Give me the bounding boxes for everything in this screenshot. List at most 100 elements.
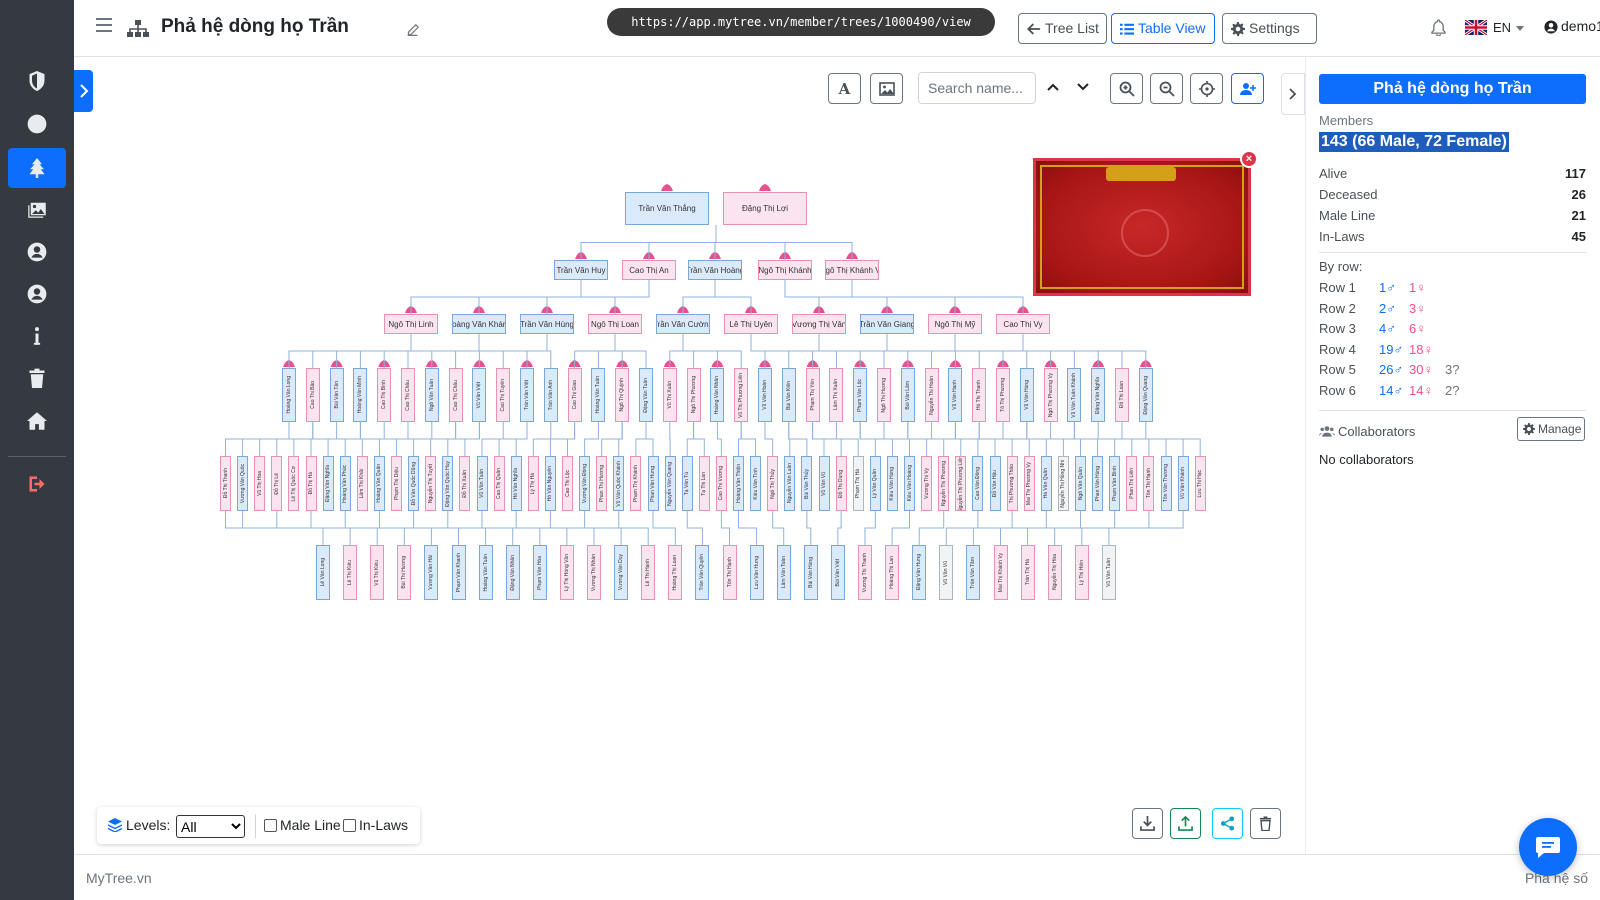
tree-member-node[interactable]: Lý Thị Hiền	[1074, 545, 1089, 600]
tree-member-node[interactable]: Nguyễn Thị Hòa	[1047, 545, 1062, 600]
male-line-checkbox[interactable]	[264, 819, 277, 832]
tree-member-node[interactable]: Đỗ Thị Thanh	[220, 456, 231, 511]
tree-member-node[interactable]: Phạm Văn Bình	[1109, 456, 1121, 511]
user-menu[interactable]: demo123@ex...	[1561, 18, 1600, 34]
tree-member-node[interactable]: Trần Văn Giang	[860, 314, 914, 334]
tree-member-node[interactable]: Nguyễn Văn Luân	[784, 456, 796, 511]
tree-member-node[interactable]: Hoàng Thị Loan	[668, 545, 683, 600]
tree-member-node[interactable]: Cao Văn Đông	[972, 456, 984, 511]
tree-member-node[interactable]: Nguyễn Thị Phương	[938, 456, 950, 511]
tree-member-node[interactable]: Vũ Văn Tuấn Khánh	[1067, 368, 1082, 422]
tree-member-node[interactable]: Đỗ Thị Loan	[1115, 368, 1129, 422]
tree-member-node[interactable]: Bùi Văn Kiên	[781, 368, 796, 422]
tree-member-node[interactable]: Vương Thị Vy	[921, 456, 933, 511]
left-panel-toggle[interactable]	[74, 70, 93, 112]
tree-member-node[interactable]: Trần Văn Huy	[554, 260, 608, 280]
tree-member-node[interactable]: Ngô Thị Phương	[686, 368, 701, 422]
tree-member-node[interactable]: Vũ Thị Phương Liên	[734, 368, 749, 422]
tree-member-node[interactable]: Mai Thị Phương Vy	[1023, 456, 1035, 511]
tree-member-node[interactable]: Trần Văn Thắng	[625, 192, 709, 225]
tree-member-node[interactable]: Đỗ Thị Lê	[271, 456, 283, 511]
tree-member-node[interactable]: Cao Thị Bình	[377, 368, 392, 422]
tree-member-node[interactable]: Lê Văn Long	[316, 545, 330, 600]
tree-member-node[interactable]: Đỗ Thị Xuân	[459, 456, 471, 511]
tree-member-node[interactable]: Vũ Văn Khánh	[1177, 456, 1189, 511]
tree-member-node[interactable]: Hoàng Văn Tuấn	[591, 368, 606, 422]
tree-member-node[interactable]: Hoàng Văn Tuấn	[478, 545, 493, 600]
tree-member-node[interactable]: Lê Thị Kiều	[343, 545, 358, 600]
tree-member-node[interactable]: Cao Thị Vương	[715, 456, 727, 511]
tree-list-button[interactable]: Tree List	[1018, 13, 1107, 44]
tree-member-node[interactable]: Ngô Thị Phương Vy	[1043, 368, 1058, 422]
chevron-down-icon[interactable]	[1516, 26, 1524, 31]
tree-member-node[interactable]: Vương Thị Nhàn	[587, 545, 601, 600]
close-icon[interactable]: ×	[1240, 150, 1258, 168]
tree-member-node[interactable]: Hà Văn Quân	[1040, 456, 1052, 511]
chevron-down-icon[interactable]	[1076, 80, 1090, 94]
share-button[interactable]	[1212, 808, 1243, 839]
tree-member-node[interactable]: Nguyễn Thị Hoàn	[924, 368, 939, 422]
tree-member-node[interactable]: Bùi Văn Lâm	[900, 368, 915, 422]
tree-member-node[interactable]: Thị Phương Thảo	[1006, 456, 1018, 511]
tree-member-node[interactable]: Đặng Văn Nhân	[505, 545, 520, 600]
tree-member-node[interactable]: Vũ Văn Tuấn	[476, 456, 488, 511]
tree-member-node[interactable]: Hồ Thị Thanh	[972, 368, 987, 422]
tree-member-node[interactable]: Hoàng Văn Nhân	[710, 368, 725, 422]
tree-member-node[interactable]: Hồ Văn Nguyên	[544, 456, 556, 511]
tree-member-node[interactable]: Cao Thị Châu	[401, 368, 415, 422]
tree-member-node[interactable]: Bùi Văn Thủy	[801, 456, 813, 511]
chevron-up-icon[interactable]	[1046, 80, 1060, 94]
tree-member-node[interactable]: Tôn Thị Hạnh	[722, 545, 737, 600]
tree-member-node[interactable]: Lưu Thị Hạc	[1194, 456, 1206, 511]
tree-member-node[interactable]: Đỗ Văn Hậu	[989, 456, 1001, 511]
tree-member-node[interactable]: Cao Thị An	[622, 260, 676, 280]
tree-member-node[interactable]: Ngô Thị Loan	[588, 314, 642, 334]
tree-member-node[interactable]: Ngô Thị Mỹ	[928, 314, 982, 334]
tree-member-node[interactable]: Ngô Thị Thủy	[767, 456, 779, 511]
upload-button[interactable]	[1170, 808, 1201, 839]
font-button[interactable]: A	[828, 73, 861, 104]
download-button[interactable]	[1132, 808, 1163, 839]
tree-member-node[interactable]: Hoàng Văn Khánh	[452, 314, 506, 334]
sidebar-item-profile[interactable]	[8, 232, 66, 272]
tree-member-node[interactable]: Cao Thị Vy	[996, 314, 1050, 334]
tree-member-node[interactable]: Phạm Thị Khánh	[630, 456, 642, 511]
tree-member-node[interactable]: Cao Thị Châu	[448, 368, 463, 422]
tree-member-node[interactable]: Phan Văn Hùng	[1092, 456, 1104, 511]
search-input[interactable]	[918, 72, 1036, 104]
tree-member-node[interactable]: Nguyễn Thị Tuyết	[425, 456, 437, 511]
tree-member-node[interactable]: Nguyễn Thị Hồng Nhi	[1057, 456, 1069, 511]
sidebar-item-info[interactable]	[8, 316, 66, 356]
tree-member-node[interactable]: Đỗ Văn Quốc Dũng	[408, 456, 420, 511]
tree-member-node[interactable]: Trần Thị Hà	[1020, 545, 1035, 600]
tree-member-node[interactable]: Lâm Văn Toàn	[776, 545, 791, 600]
language-selector[interactable]: EN	[1493, 20, 1511, 35]
tree-member-node[interactable]: Ngô Thị Khánh Vy	[825, 260, 879, 280]
sidebar-item-account[interactable]	[8, 274, 66, 314]
tree-member-node[interactable]: Lâm Thị Khải	[356, 456, 368, 511]
tree-member-node[interactable]: Vũ Thị Xuân	[662, 368, 677, 422]
sidebar-item-logout[interactable]	[8, 464, 66, 504]
tree-member-node[interactable]: Vương Thị Vân	[792, 314, 846, 334]
tree-member-node[interactable]: Phạm Văn Hòa	[532, 545, 547, 600]
tree-member-node[interactable]: Vũ Văn Hoàn	[758, 368, 772, 422]
sidebar-item-trees[interactable]	[8, 148, 66, 188]
tree-member-node[interactable]: Đặng Văn Quốc Huy	[442, 456, 454, 511]
tree-member-node[interactable]: Ngô Thị Linh	[384, 314, 438, 334]
delete-button[interactable]	[1250, 808, 1281, 839]
tree-member-node[interactable]: Tạ Văn Tú	[681, 456, 693, 511]
background-preview-image[interactable]	[1033, 158, 1251, 296]
levels-select[interactable]: All	[176, 815, 245, 838]
tree-member-node[interactable]: Tạ Thị Lan	[698, 456, 710, 511]
tree-member-node[interactable]: Bùi Văn Hùng	[803, 545, 818, 600]
bell-icon[interactable]	[1431, 19, 1446, 36]
tree-member-node[interactable]: Kiều Văn Tình	[750, 456, 762, 511]
tree-member-node[interactable]: Vũ Văn Vũ	[939, 545, 954, 600]
tree-member-node[interactable]: Đỗ Thị Dung	[835, 456, 847, 511]
manage-collaborators-button[interactable]: Manage	[1517, 417, 1585, 441]
tree-member-node[interactable]: Cao Thị Tuyền	[496, 368, 511, 422]
tree-member-node[interactable]: Hoàng Văn Long	[282, 368, 296, 422]
tree-member-node[interactable]: Lưu Văn Hưng	[749, 545, 764, 600]
tree-member-node[interactable]: Nguyễn Thị Phương Liên	[955, 456, 967, 511]
tree-member-node[interactable]: Hoàng Thị Lan	[885, 545, 900, 600]
